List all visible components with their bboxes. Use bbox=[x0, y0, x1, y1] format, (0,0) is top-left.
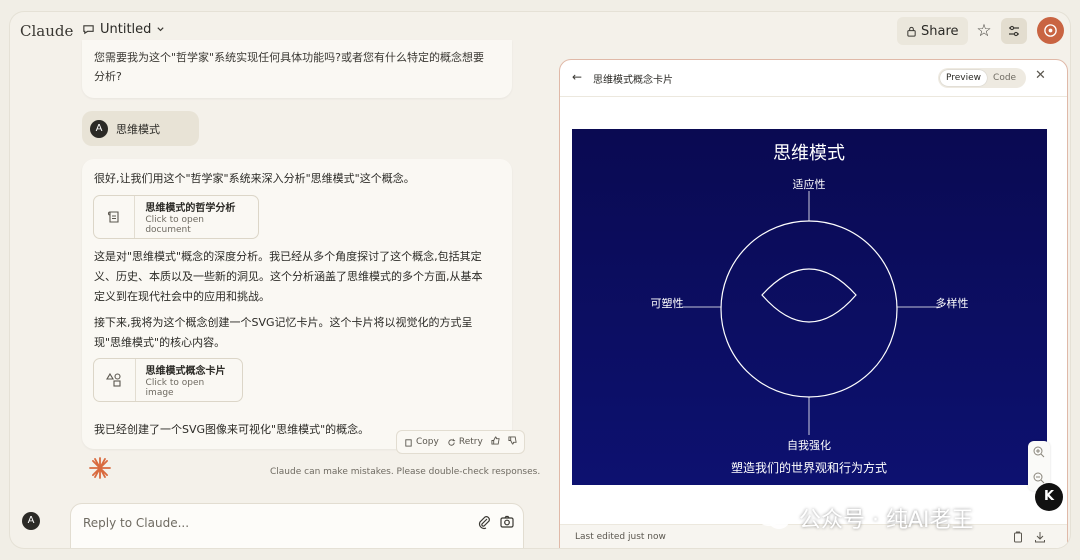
doc-title-menu[interactable]: Untitled bbox=[82, 22, 165, 37]
assistant-paragraph-1: 很好,让我们用这个"哲学家"系统来深入分析"思维模式"这个概念。 bbox=[94, 172, 415, 185]
retry-icon bbox=[448, 438, 455, 446]
preview-code-toggle: Preview Code bbox=[938, 68, 1026, 88]
message-actions: Copy Retry bbox=[396, 430, 525, 454]
label-left: 可塑性 bbox=[651, 296, 684, 310]
artifact-document-card[interactable]: 思维模式的哲学分析 Click to open document bbox=[93, 195, 259, 239]
zoom-in-icon[interactable] bbox=[1028, 441, 1050, 463]
user-message-text: 思维模式 bbox=[116, 122, 160, 136]
last-edited-text: Last edited just now bbox=[575, 532, 666, 542]
retry-button[interactable]: Retry bbox=[447, 437, 483, 447]
paperclip-icon[interactable] bbox=[476, 514, 492, 530]
download-icon[interactable] bbox=[1034, 531, 1046, 543]
artifact-panel-title: 思维模式概念卡片 bbox=[593, 75, 673, 86]
card-caption: 塑造我们的世界观和行为方式 bbox=[731, 460, 887, 475]
camera-icon[interactable] bbox=[499, 514, 515, 530]
lock-icon bbox=[907, 26, 916, 37]
disclaimer-text: Claude can make mistakes. Please double-… bbox=[270, 467, 541, 477]
assistant-paragraph-3: 接下来,我将为这个概念创建一个SVG记忆卡片。这个卡片将以视觉化的方式呈现"思维… bbox=[94, 316, 473, 349]
artifact-document-title: 思维模式的哲学分析 bbox=[145, 203, 236, 214]
watermark: 公众号 · 纯AI老王 bbox=[755, 502, 974, 534]
reply-placeholder: Reply to Claude... bbox=[83, 516, 190, 530]
share-label: Share bbox=[921, 23, 959, 39]
retry-label: Retry bbox=[458, 437, 483, 447]
thumbs-down-icon[interactable] bbox=[508, 436, 517, 448]
watermark-text: 公众号 · 纯AI老王 bbox=[799, 508, 974, 533]
copy-icon[interactable] bbox=[1012, 531, 1024, 543]
k-badge-icon: K bbox=[1035, 483, 1063, 511]
user-message: A 思维模式 bbox=[82, 111, 199, 146]
star-icon[interactable]: ☆ bbox=[972, 19, 996, 43]
label-top: 适应性 bbox=[793, 177, 826, 191]
tab-preview[interactable]: Preview bbox=[940, 70, 988, 86]
previous-message: 您需要我为这个"哲学家"系统实现任何具体功能吗?或者您有什么特定的概念想要分析? bbox=[82, 40, 512, 98]
profile-avatar[interactable] bbox=[1037, 17, 1064, 44]
concept-card-svg: 思维模式 适应性 可塑性 多样性 自我强化 塑造我们的世界观和行为方式 bbox=[572, 129, 1047, 485]
claude-spark-icon bbox=[89, 457, 111, 479]
concept-card: 思维模式 适应性 可塑性 多样性 自我强化 塑造我们的世界观和行为方式 bbox=[572, 129, 1047, 485]
artifact-image-card[interactable]: 思维模式概念卡片 Click to open image bbox=[93, 358, 243, 402]
chevron-down-icon bbox=[157, 27, 165, 32]
close-icon[interactable]: ✕ bbox=[1035, 68, 1046, 83]
shapes-icon bbox=[94, 359, 136, 401]
label-right: 多样性 bbox=[936, 296, 969, 310]
thumbs-up-icon[interactable] bbox=[491, 436, 500, 448]
artifact-image-subtitle: Click to open image bbox=[145, 378, 205, 398]
user-avatar: A bbox=[90, 119, 108, 138]
tab-code[interactable]: Code bbox=[987, 70, 1022, 86]
share-button[interactable]: Share bbox=[897, 17, 968, 45]
doc-title-text: Untitled bbox=[100, 22, 152, 37]
chat-bubble-icon bbox=[83, 25, 94, 35]
account-avatar[interactable]: A bbox=[22, 512, 40, 530]
document-icon bbox=[94, 196, 136, 238]
sliders-icon[interactable] bbox=[1001, 18, 1027, 44]
claude-logo[interactable]: Claude bbox=[20, 22, 73, 40]
artifact-panel-header: ← 思维模式概念卡片 Preview Code ✕ bbox=[560, 60, 1067, 97]
reply-input[interactable]: Reply to Claude... bbox=[70, 503, 524, 548]
previous-message-text: 您需要我为这个"哲学家"系统实现任何具体功能吗?或者您有什么特定的概念想要分析? bbox=[94, 51, 484, 83]
artifact-document-subtitle: Click to open document bbox=[145, 215, 204, 235]
profile-icon bbox=[1044, 24, 1057, 37]
assistant-message: 很好,让我们用这个"哲学家"系统来深入分析"思维模式"这个概念。 思维模式的哲学… bbox=[82, 159, 512, 449]
copy-button[interactable]: Copy bbox=[404, 437, 439, 447]
artifact-panel: ← 思维模式概念卡片 Preview Code ✕ 思维模式 适应性 可塑性 多… bbox=[559, 59, 1068, 548]
back-arrow-icon[interactable]: ← bbox=[572, 70, 582, 84]
label-bottom: 自我强化 bbox=[787, 438, 831, 452]
copy-label: Copy bbox=[416, 437, 439, 447]
artifact-image-title: 思维模式概念卡片 bbox=[145, 366, 226, 377]
card-heading: 思维模式 bbox=[773, 143, 845, 164]
assistant-paragraph-2: 这是对"思维模式"概念的深度分析。我已经从多个角度探讨了这个概念,包括其定义、历… bbox=[94, 250, 483, 303]
wechat-icon bbox=[757, 506, 789, 529]
copy-icon bbox=[405, 438, 412, 447]
app-window: Claude Untitled Share ☆ 您需要我为这个"哲学家"系统实现… bbox=[10, 12, 1070, 548]
